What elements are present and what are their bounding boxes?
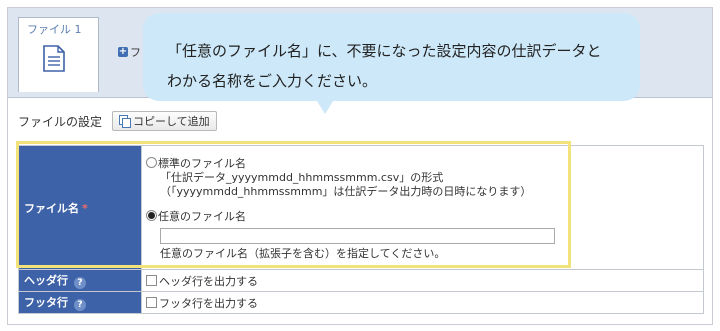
filename-row: ファイル名 * 標準のファイル名 「仕訳データ_yyyymmdd_hhmmssmm…: [18, 145, 704, 270]
plus-icon: +: [118, 46, 128, 57]
required-mark: *: [82, 201, 88, 215]
custom-filename-input[interactable]: [160, 227, 555, 244]
custom-filename-label: 任意のファイル名: [158, 209, 246, 223]
footer-row-checkbox-label: フッタ行を出力する: [159, 296, 258, 310]
header-row-checkbox-label: ヘッダ行を出力する: [159, 274, 258, 288]
standard-format-text: 「仕訳データ_yyyymmdd_hhmmssmmm.csv」の形式: [160, 170, 444, 184]
header-row-setting: ヘッダ行? ヘッダ行を出力する: [18, 269, 704, 292]
custom-filename-option[interactable]: 任意のファイル名: [146, 208, 699, 224]
footer-row-setting: フッタ行? フッタ行を出力する: [18, 291, 704, 314]
instruction-callout: 「任意のファイル名」に、不要になった設定内容の仕訳データと わかる名称をご入力く…: [143, 13, 640, 101]
help-icon[interactable]: ?: [74, 277, 86, 289]
filename-header-label: ファイル名: [24, 201, 79, 215]
custom-filename-hint: 任意のファイル名（拡張子を含む）を指定してください。: [160, 246, 446, 260]
copy-add-label: コピーして追加: [133, 115, 210, 128]
header-row-value-cell: ヘッダ行を出力する: [141, 269, 704, 292]
custom-filename-radio[interactable]: [146, 210, 157, 221]
add-file-label: フ: [130, 46, 141, 59]
filename-value-cell: 標準のファイル名 「仕訳データ_yyyymmdd_hhmmssmmm.csv」の…: [141, 145, 704, 270]
footer-row-value-cell: フッタ行を出力する: [141, 291, 704, 314]
footer-row-checkbox[interactable]: [146, 297, 157, 308]
copy-add-button[interactable]: コピーして追加: [112, 111, 217, 131]
document-icon: [43, 45, 65, 72]
header-row-option[interactable]: ヘッダ行を出力する: [146, 273, 699, 289]
callout-line-2: わかる名称をご入力ください。: [167, 72, 378, 90]
callout-pointer: [315, 98, 335, 114]
file-settings-label: ファイルの設定: [18, 114, 103, 129]
filename-header: ファイル名 *: [18, 145, 142, 270]
callout-line-1: 「任意のファイル名」に、不要になった設定内容の仕訳データと: [167, 42, 602, 60]
standard-note-text: （「yyyymmdd_hhmmssmmm」は仕訳データ出力時の日時になります）: [160, 184, 532, 198]
standard-filename-option[interactable]: 標準のファイル名: [146, 155, 699, 171]
help-icon[interactable]: ?: [74, 299, 86, 311]
standard-filename-label: 標準のファイル名: [158, 156, 246, 170]
file-tab-label: ファイル 1: [27, 23, 82, 36]
settings-table: ファイル名 * 標準のファイル名 「仕訳データ_yyyymmdd_hhmmssmm…: [18, 145, 704, 314]
copy-icon: [119, 115, 132, 128]
header-row-header: ヘッダ行?: [18, 269, 142, 292]
footer-row-header: フッタ行?: [18, 291, 142, 314]
file-tab-1[interactable]: ファイル 1: [18, 17, 99, 92]
file-settings-row: ファイルの設定 コピーして追加: [18, 111, 217, 131]
standard-filename-radio[interactable]: [146, 157, 157, 168]
footer-row-option[interactable]: フッタ行を出力する: [146, 295, 699, 311]
footer-row-label: フッタ行: [24, 296, 68, 309]
callout-text: 「任意のファイル名」に、不要になった設定内容の仕訳データと わかる名称をご入力く…: [167, 36, 627, 96]
header-row-checkbox[interactable]: [146, 275, 157, 286]
header-row-label: ヘッダ行: [24, 274, 68, 287]
add-file-button[interactable]: + フ: [118, 44, 141, 60]
